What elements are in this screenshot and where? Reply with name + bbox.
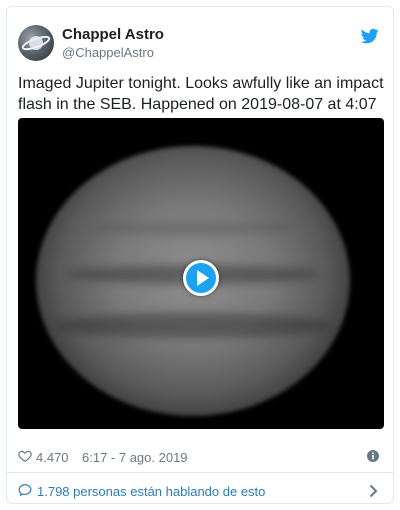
tweet-card: Chappel Astro @ChappelAstro Imaged Jupit… [6, 6, 394, 504]
divider [7, 472, 393, 473]
like-count[interactable]: 4.470 [36, 450, 69, 465]
author-handle[interactable]: @ChappelAstro [62, 44, 164, 61]
tweet-header: Chappel Astro @ChappelAstro [18, 25, 382, 65]
saturn-avatar-icon [21, 35, 51, 51]
tweet-timestamp[interactable]: 6:17 - 7 ago. 2019 [82, 450, 188, 465]
info-icon[interactable] [367, 450, 379, 462]
play-button[interactable] [183, 260, 219, 296]
chevron-right-icon[interactable] [369, 484, 378, 498]
play-icon [197, 270, 209, 286]
conversation-link[interactable]: 1.798 personas están hablando de esto [18, 481, 382, 501]
speech-bubble-icon [18, 484, 32, 497]
video-player[interactable] [18, 118, 384, 429]
heart-icon[interactable] [18, 449, 32, 463]
author-block[interactable]: Chappel Astro @ChappelAstro [62, 26, 164, 61]
conversation-count-text[interactable]: 1.798 personas están hablando de esto [37, 484, 265, 499]
author-display-name[interactable]: Chappel Astro [62, 26, 164, 44]
avatar[interactable] [18, 25, 54, 61]
twitter-bird-icon[interactable] [361, 27, 379, 45]
tweet-meta: 4.470 6:17 - 7 ago. 2019 [18, 447, 382, 467]
